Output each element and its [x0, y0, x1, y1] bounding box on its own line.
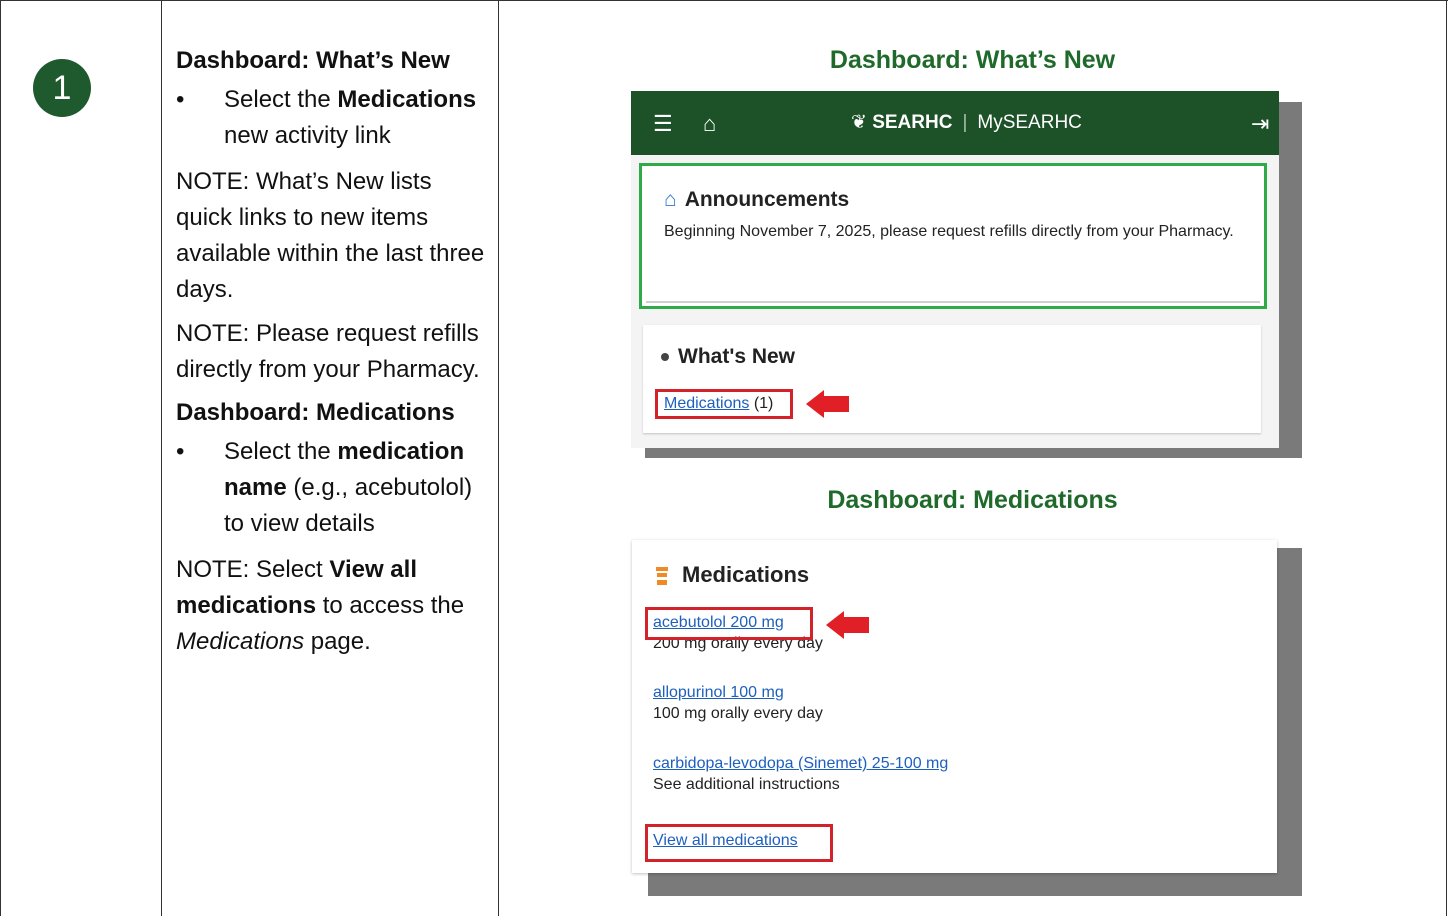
column-divider-1	[161, 0, 162, 916]
medications-count: (1)	[753, 395, 774, 412]
note-refills: NOTE: Please request refills directly fr…	[176, 320, 480, 383]
bullet-dot-icon	[661, 353, 669, 362]
note-view-all: NOTE: Select View all medications to acc…	[176, 556, 465, 655]
medication-instructions: See additional instructions	[653, 776, 840, 793]
red-arrow-icon	[826, 611, 870, 639]
table-top-border	[0, 0, 1448, 1]
instructions-column: Dashboard: What’s New Select the Medicat…	[176, 44, 486, 668]
whats-new-card: What's New Medications (1)	[643, 325, 1261, 433]
red-arrow-icon	[806, 390, 850, 418]
medication-link[interactable]: allopurinol 100 mg	[653, 684, 784, 701]
column-divider-2	[498, 0, 499, 916]
section2-heading: Dashboard: Medications	[176, 399, 455, 426]
medications-heading: Medications	[656, 562, 809, 588]
step-number-badge: 1	[33, 59, 91, 117]
hamburger-icon[interactable]: ☰	[653, 111, 673, 137]
whats-new-heading: What's New	[661, 345, 795, 369]
section1-heading: Dashboard: What’s New	[176, 47, 450, 74]
app-header: ☰ ⌂ ❦ SEARHC | MySEARHC ⇥	[631, 91, 1279, 155]
logout-icon[interactable]: ⇥	[1251, 111, 1269, 137]
card-divider	[646, 301, 1260, 303]
pill-bottle-icon	[656, 567, 668, 586]
view-all-highlight	[645, 824, 833, 862]
note-whats-new: NOTE: What’s New lists quick links to ne…	[176, 168, 485, 303]
medication-item: carbidopa-levodopa (Sinemet) 25-100 mg S…	[653, 755, 948, 794]
medication-link[interactable]: carbidopa-levodopa (Sinemet) 25-100 mg	[653, 755, 948, 772]
announcements-card: ⌂ Announcements Beginning November 7, 202…	[639, 163, 1267, 309]
table-right-border	[1446, 0, 1447, 916]
table-left-border	[0, 0, 1, 916]
whats-new-highlight: Medications (1)	[655, 389, 793, 419]
acebutolol-highlight	[645, 607, 813, 640]
screenshot-title-medications: Dashboard: Medications	[827, 486, 1118, 514]
announcement-text: Beginning November 7, 2025, please reque…	[664, 223, 1234, 240]
bullet-select-medication-name: Select the medication name (e.g., acebut…	[176, 434, 486, 542]
dashboard-screenshot: ☰ ⌂ ❦ SEARHC | MySEARHC ⇥ ⌂ Announcements B…	[631, 91, 1279, 448]
medications-new-link[interactable]: Medications	[664, 395, 749, 412]
medications-card: Medications acebutolol 200 mg 200 mg ora…	[632, 540, 1277, 873]
bullet-select-medications-link: Select the Medications new activity link	[176, 82, 486, 154]
leaf-icon: ❦	[851, 112, 873, 133]
brand-logo: ❦ SEARHC | MySEARHC	[851, 112, 1082, 133]
home-icon[interactable]: ⌂	[703, 111, 716, 137]
screenshot-title-whats-new: Dashboard: What’s New	[829, 46, 1116, 74]
medication-instructions: 100 mg orally every day	[653, 705, 823, 722]
medication-item: allopurinol 100 mg 100 mg orally every d…	[653, 684, 823, 723]
announcements-heading: ⌂ Announcements	[664, 188, 850, 211]
home-icon: ⌂	[664, 188, 677, 211]
